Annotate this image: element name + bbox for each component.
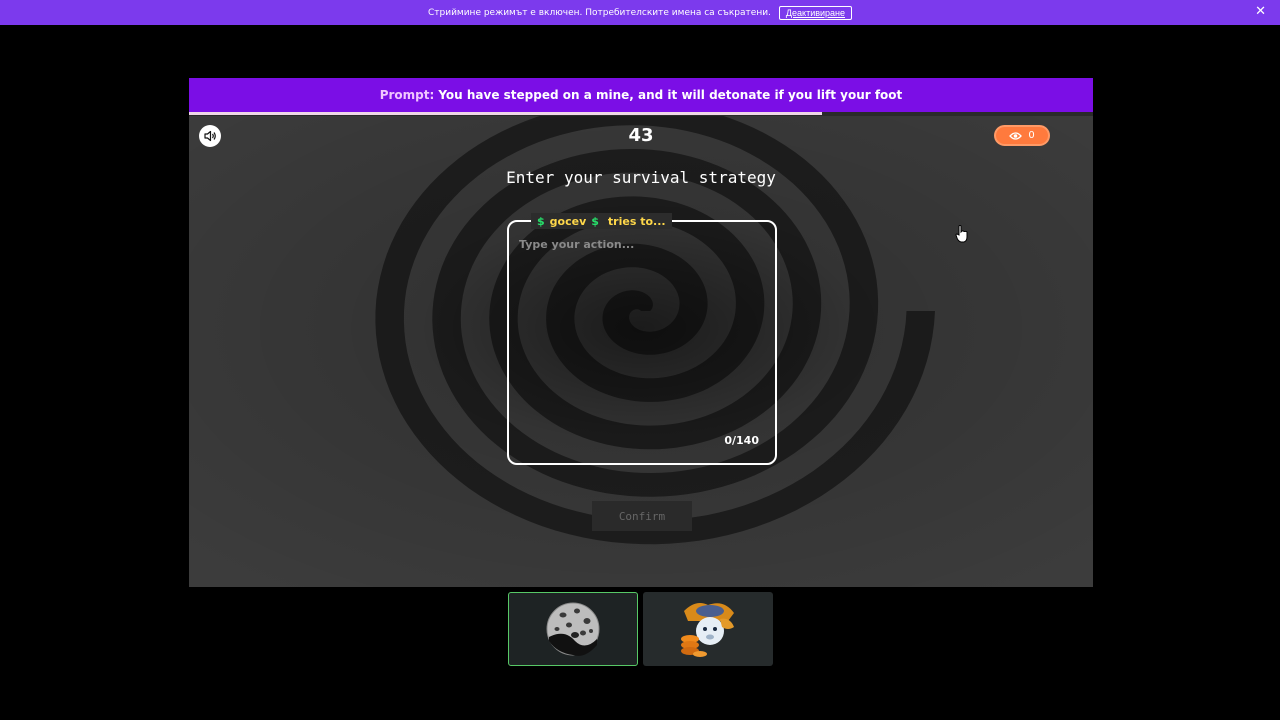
sound-toggle-button[interactable] [199, 125, 221, 147]
cookie-avatar [546, 602, 600, 656]
action-legend: $ gocev $ tries to... [531, 213, 672, 229]
coins-bear-avatar [681, 603, 734, 657]
player-card[interactable] [643, 592, 773, 666]
player-name: gocev [549, 214, 587, 228]
prompt-bar: Prompt: You have stepped on a mine, and … [189, 78, 1093, 112]
eye-icon [1009, 131, 1023, 140]
action-input[interactable] [519, 238, 765, 418]
page-title: Enter your survival strategy [506, 168, 776, 187]
prompt-text: You have stepped on a mine, and it will … [438, 88, 903, 102]
viewer-count: 0 [1028, 130, 1035, 141]
viewer-count-badge[interactable]: 0 [994, 125, 1050, 146]
character-counter: 0/140 [724, 434, 759, 447]
game-frame: Prompt: You have stepped on a mine, and … [189, 78, 1093, 587]
confirm-button[interactable]: Confirm [592, 501, 692, 531]
deactivate-button[interactable]: Деактивиране [778, 5, 853, 20]
hand-cursor-icon [955, 225, 968, 243]
speaker-icon [204, 130, 216, 142]
close-icon[interactable]: ✕ [1255, 5, 1266, 19]
streaming-mode-banner: Стриймине режимът е включен. Потребителс… [0, 0, 1280, 25]
dollar-icon: $ [591, 214, 599, 228]
action-box: $ gocev $ tries to... 0/140 [507, 213, 777, 465]
dollar-icon: $ [537, 214, 545, 228]
player-card[interactable] [508, 592, 638, 666]
streaming-mode-message: Стриймине режимът е включен. Потребителс… [427, 7, 771, 18]
timer-bar-fill [189, 112, 822, 115]
player-list [508, 592, 774, 666]
tries-label: tries to... [607, 214, 666, 228]
timer-bar [189, 112, 1093, 116]
prompt-label: Prompt: [379, 88, 435, 102]
countdown-timer: 43 [628, 125, 654, 146]
